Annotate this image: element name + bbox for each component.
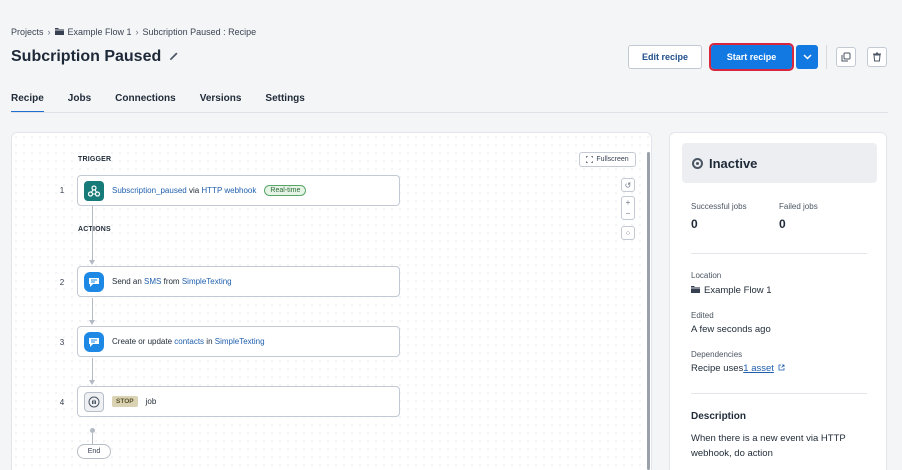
edited-label: Edited	[691, 311, 714, 320]
actions-label: ACTIONS	[78, 226, 111, 233]
dependencies-value: Recipe uses 1 asset	[691, 363, 785, 374]
location-label: Location	[691, 271, 722, 280]
stop-step[interactable]: STOP job	[77, 386, 400, 417]
failed-jobs-label: Failed jobs	[779, 202, 818, 211]
fit-screen-icon: ⁘	[624, 228, 632, 238]
copy-icon	[841, 52, 851, 62]
start-recipe-button[interactable]: Start recipe	[709, 43, 794, 71]
step-connector-word: in	[204, 337, 215, 346]
trigger-label: TRIGGER	[78, 156, 112, 163]
sidebar-divider	[691, 253, 867, 254]
zoom-controls: + −	[621, 196, 635, 220]
description-text: When there is a new event via HTTP webho…	[691, 433, 846, 459]
step-verb: Send an	[112, 277, 145, 286]
dependencies-link[interactable]: 1 asset	[743, 363, 774, 374]
breadcrumb: Projects › Example Flow 1 › Subcription …	[11, 27, 256, 37]
step-number: 2	[59, 278, 65, 287]
step-text: Create or update contacts in SimpleTexti…	[112, 337, 265, 346]
chat-bubble-icon	[84, 271, 104, 292]
location-value[interactable]: Example Flow 1	[704, 285, 772, 296]
step-text: Subscription_paused via HTTP webhook	[112, 186, 256, 195]
step-object: SMS	[144, 277, 162, 286]
duplicate-button[interactable]	[836, 47, 856, 67]
action-step[interactable]: Create or update contacts in SimpleTexti…	[77, 326, 400, 357]
chevron-down-icon	[802, 54, 812, 60]
edited-value: A few seconds ago	[691, 324, 771, 335]
connector-line	[92, 358, 93, 382]
tab-divider	[11, 112, 888, 113]
fullscreen-label: Fullscreen	[596, 156, 629, 163]
step-connector-word: via	[186, 186, 202, 195]
fit-view-button[interactable]: ⁘	[621, 226, 635, 240]
tab-versions[interactable]: Versions	[200, 93, 242, 112]
folder-icon	[691, 285, 700, 296]
tab-settings[interactable]: Settings	[265, 93, 304, 112]
zoom-out-icon[interactable]: −	[626, 209, 631, 218]
delete-button[interactable]	[867, 47, 887, 67]
folder-icon	[54, 27, 64, 37]
toolbar-divider	[826, 45, 827, 69]
breadcrumb-projects[interactable]: Projects	[11, 27, 44, 37]
tab-recipe[interactable]: Recipe	[11, 93, 44, 113]
realtime-badge: Real-time	[264, 185, 307, 196]
step-object: contacts	[174, 337, 205, 346]
status-text: Inactive	[709, 155, 758, 171]
pencil-icon[interactable]	[169, 51, 179, 64]
connector-line	[92, 433, 93, 444]
trash-icon	[873, 52, 881, 62]
breadcrumb-separator: ›	[47, 27, 51, 37]
status-panel: Inactive	[682, 143, 877, 183]
step-number: 1	[59, 186, 65, 195]
dependencies-label: Dependencies	[691, 350, 743, 359]
action-step[interactable]: Send an SMS from SimpleTexting	[77, 266, 400, 297]
fullscreen-button[interactable]: Fullscreen	[579, 152, 636, 167]
tab-connections[interactable]: Connections	[115, 93, 176, 112]
page-title-row: Subcription Paused	[11, 48, 179, 66]
step-text: job	[145, 397, 157, 406]
expand-icon	[586, 156, 594, 163]
step-app: HTTP webhook	[201, 186, 257, 195]
step-app: SimpleTexting	[181, 277, 232, 286]
start-options-dropdown[interactable]	[796, 45, 818, 69]
step-number: 3	[59, 338, 65, 347]
refresh-icon: ↺	[624, 180, 632, 190]
connector-line	[92, 298, 93, 322]
connector-arrow	[89, 260, 95, 265]
connector-arrow	[89, 380, 95, 385]
reset-view-button[interactable]: ↺	[621, 178, 635, 192]
canvas-scrollbar[interactable]	[647, 152, 650, 470]
stop-hand-icon	[84, 391, 104, 412]
breadcrumb-current: Subcription Paused : Recipe	[142, 27, 257, 37]
webhook-icon	[84, 180, 104, 201]
breadcrumb-separator: ›	[135, 27, 139, 37]
step-app: SimpleTexting	[214, 337, 265, 346]
sidebar-divider	[691, 393, 867, 394]
dependencies-prefix: Recipe uses	[691, 363, 744, 374]
location-value-row: Example Flow 1	[691, 285, 772, 296]
tab-bar: Recipe Jobs Connections Versions Setting…	[11, 93, 305, 113]
step-number: 4	[59, 398, 65, 407]
tab-jobs[interactable]: Jobs	[68, 93, 91, 112]
description-heading: Description	[691, 411, 747, 422]
page-title: Subcription Paused	[11, 48, 162, 65]
connector-line	[92, 206, 93, 262]
inactive-status-icon	[692, 157, 703, 169]
step-verb: Create or update	[112, 337, 175, 346]
edit-recipe-button[interactable]: Edit recipe	[628, 45, 702, 69]
recipe-sidebar: Inactive Successful jobs Failed jobs 0 0…	[669, 132, 887, 470]
successful-jobs-count[interactable]: 0	[691, 217, 698, 231]
stop-badge: STOP	[112, 396, 138, 407]
zoom-in-icon[interactable]: +	[626, 198, 631, 207]
failed-jobs-count[interactable]: 0	[779, 217, 786, 231]
step-event: Subscription_paused	[112, 186, 187, 195]
chat-bubble-icon	[84, 331, 104, 352]
breadcrumb-flow[interactable]: Example Flow 1	[68, 27, 132, 37]
step-text: Send an SMS from SimpleTexting	[112, 277, 232, 286]
step-connector-word: from	[161, 277, 182, 286]
external-link-icon	[778, 363, 785, 374]
successful-jobs-label: Successful jobs	[691, 202, 747, 211]
trigger-step[interactable]: Subscription_paused via HTTP webhook Rea…	[77, 175, 400, 206]
end-node: End	[77, 444, 111, 459]
connector-arrow	[89, 320, 95, 325]
